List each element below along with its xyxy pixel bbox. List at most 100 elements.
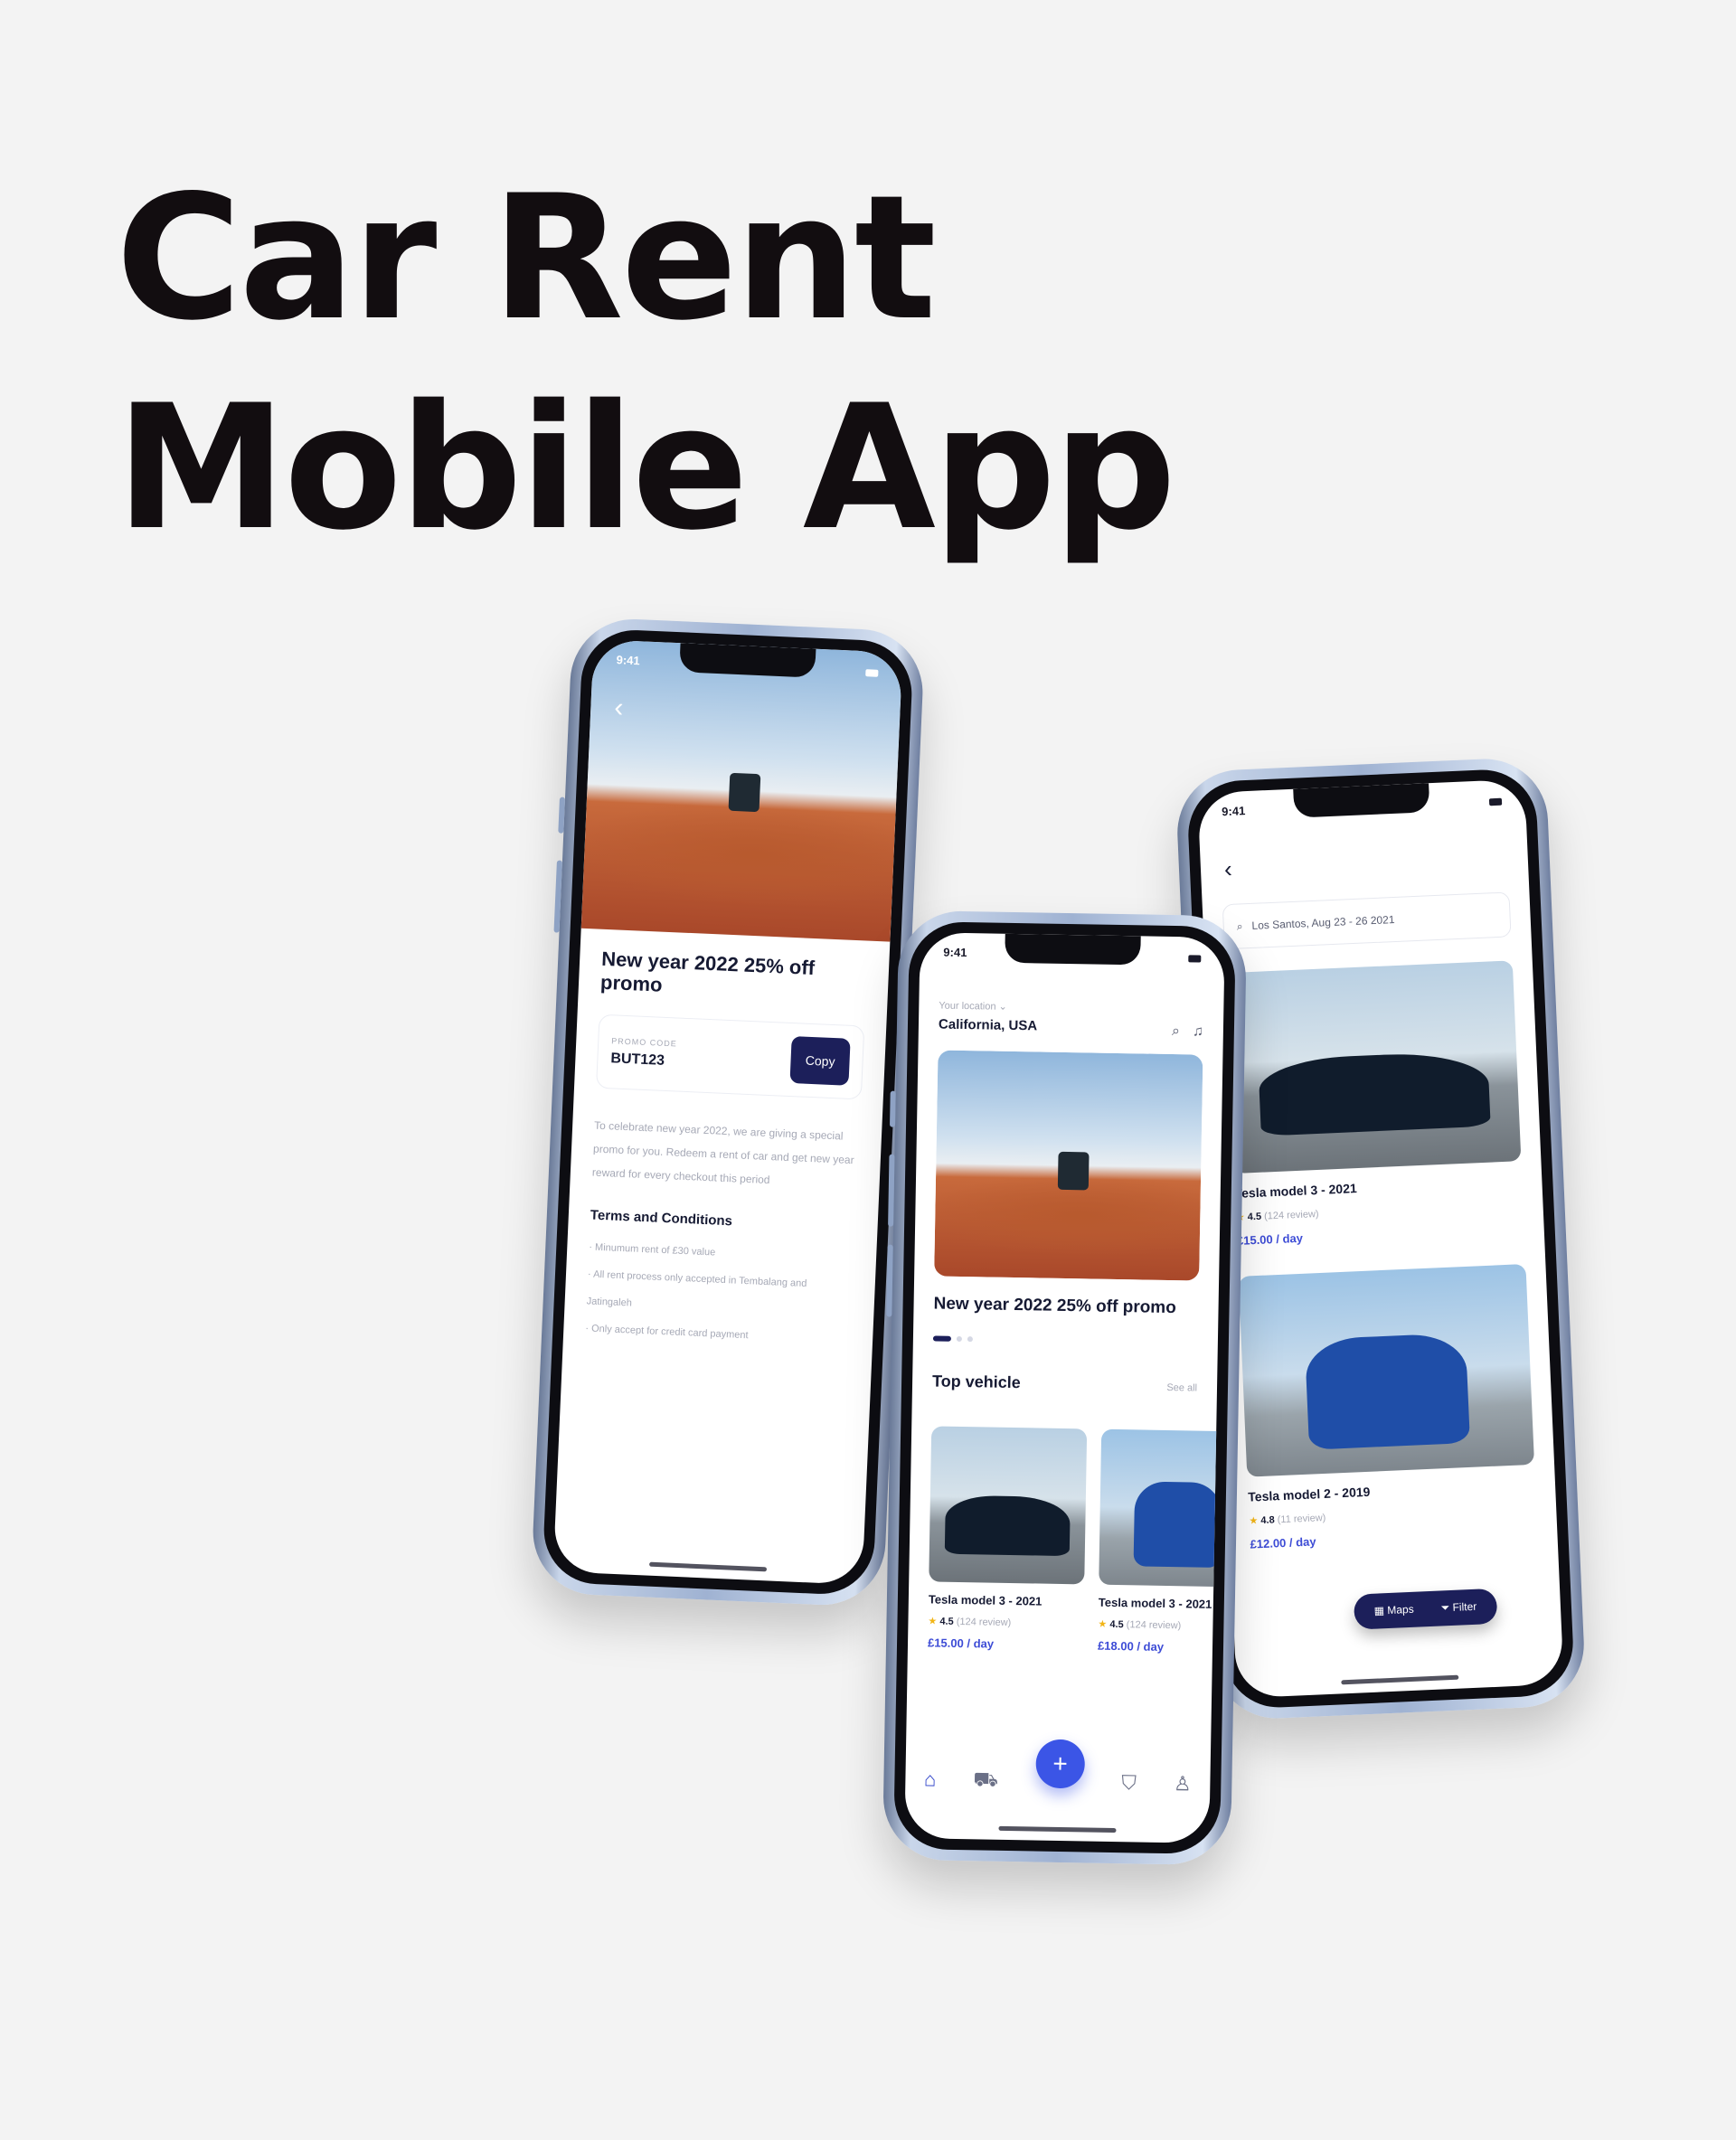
list-item[interactable]: Tesla model 3 - 2021 ★ 4.5 (124 review) …: [1225, 960, 1524, 1248]
side-button: [888, 1154, 895, 1227]
review-count: (124 review): [956, 1616, 1012, 1629]
status-icons: [1488, 793, 1503, 812]
carousel-dots: [932, 1335, 973, 1343]
jeep-shape: [728, 772, 761, 812]
status-time: 9:41: [616, 653, 641, 668]
location-label[interactable]: Your location ⌄: [939, 1000, 1203, 1016]
top-vehicle-header: Top vehicle See all: [932, 1372, 1197, 1395]
home-indicator: [1341, 1674, 1459, 1685]
chevron-left-icon[interactable]: ‹: [1223, 855, 1232, 883]
list-item[interactable]: Tesla model 2 - 2019 ★ 4.8 (11 review) £…: [1238, 1264, 1538, 1551]
star-icon: ★: [1249, 1515, 1259, 1527]
section-title: Top vehicle: [931, 1372, 1021, 1392]
phone-home: 9:41 Your location ⌄ California, USA ⌕ ♫…: [882, 910, 1248, 1866]
add-button[interactable]: +: [1035, 1739, 1086, 1789]
map-icon: ▦: [1373, 1604, 1388, 1617]
star-icon: ★: [1098, 1618, 1108, 1630]
home-indicator: [997, 1825, 1117, 1834]
header-icons: ⌕ ♫: [1172, 1023, 1203, 1041]
copy-button[interactable]: Copy: [789, 1036, 851, 1086]
promo-content: New year 2022 25% off promo PROMO CODE B…: [585, 947, 868, 1353]
car-rating: ★ 4.8 (11 review): [1249, 1503, 1536, 1527]
terms-list: · Minumum rent of £30 value · All rent p…: [585, 1233, 855, 1353]
results-screen: 9:41 ‹ ⌕ Los Santos, Aug 23 - 26 2021 Te…: [1197, 778, 1564, 1699]
see-all-link[interactable]: See all: [1166, 1382, 1197, 1394]
location-value: California, USA: [938, 1016, 1038, 1034]
bell-icon[interactable]: ♫: [1193, 1023, 1203, 1040]
status-icons: [1188, 949, 1202, 967]
promo-title: New year 2022 25% off promo: [599, 947, 816, 996]
side-button: [890, 1090, 896, 1127]
side-button: [553, 860, 562, 933]
status-time: 9:41: [1221, 804, 1246, 819]
rating-value: 4.5: [1247, 1211, 1262, 1223]
home-icon[interactable]: ⌂: [924, 1768, 937, 1791]
maps-button[interactable]: ▦ Maps: [1373, 1603, 1414, 1618]
side-button: [886, 1244, 893, 1317]
battery-icon: [1488, 797, 1503, 806]
maps-filter-bar: ▦ Maps ⏷ Filter: [1353, 1588, 1498, 1630]
results-list: Tesla model 3 - 2021 ★ 4.5 (124 review) …: [1225, 960, 1539, 1579]
ticket-icon[interactable]: ⛉: [1121, 1771, 1137, 1795]
search-text: Los Santos, Aug 23 - 26 2021: [1251, 912, 1395, 932]
car-name: Tesla model 2 - 2019: [1247, 1484, 1371, 1504]
carousel-dot[interactable]: [932, 1335, 951, 1342]
car-shape: [1304, 1333, 1471, 1451]
car-price: £15.00 / day: [927, 1636, 995, 1651]
profile-icon[interactable]: ♙: [1174, 1772, 1192, 1796]
status-icons: [865, 664, 879, 683]
car-price: £12.00 / day: [1250, 1534, 1316, 1551]
car-name: Tesla model 3 - 2021: [928, 1592, 1043, 1608]
carousel-dot[interactable]: [967, 1336, 973, 1343]
car-image: [1099, 1428, 1225, 1588]
car-shape: [1258, 1050, 1491, 1136]
filter-label: Filter: [1452, 1599, 1477, 1614]
promo-banner[interactable]: [934, 1050, 1203, 1281]
car-name: Tesla model 3 - 2021: [1234, 1181, 1358, 1201]
carousel-dot[interactable]: [956, 1335, 962, 1343]
car-shape: [1133, 1481, 1222, 1569]
car-image: [1238, 1264, 1535, 1477]
review-count: (124 review): [1263, 1208, 1319, 1222]
car-price: £15.00 / day: [1236, 1230, 1304, 1248]
car-icon[interactable]: ⛟: [973, 1768, 998, 1794]
promo-code-box: PROMO CODE BUT123 Copy: [596, 1013, 865, 1100]
vehicle-card[interactable]: Tesla model 3 - 2021 ★ 4.5 (124 review) …: [927, 1426, 1088, 1652]
promo-description: To celebrate new year 2022, we are givin…: [591, 1118, 854, 1187]
battery-icon: [865, 669, 879, 677]
review-count: (11 review): [1277, 1512, 1326, 1526]
home-screen: 9:41 Your location ⌄ California, USA ⌕ ♫…: [904, 932, 1225, 1843]
car-image: [1225, 960, 1522, 1174]
terms-title: Terms and Conditions: [590, 1207, 733, 1230]
headline: Car Rent Mobile App: [116, 154, 1176, 573]
vehicle-cards: Tesla model 3 - 2021 ★ 4.5 (124 review) …: [928, 1426, 1225, 1654]
bottom-tab-bar: ⌂ ⛟ + ⛉ ♙: [905, 1739, 1211, 1816]
status-time: 9:41: [943, 945, 967, 960]
car-rating: ★ 4.5 (124 review): [1098, 1618, 1224, 1633]
headline-line-1: Car Rent: [116, 158, 937, 358]
chevron-down-icon: ⌄: [998, 1001, 1007, 1013]
phone-bezel: 9:41 ‹ New year 2022 25% off promo PROMO…: [542, 627, 914, 1597]
car-image: [929, 1426, 1088, 1585]
phone-bezel: 9:41 ‹ ⌕ Los Santos, Aug 23 - 26 2021 Te…: [1185, 768, 1576, 1710]
rating-value: 4.8: [1260, 1514, 1275, 1527]
promo-hero-image: [580, 639, 903, 942]
home-indicator: [648, 1561, 768, 1572]
search-icon: ⌕: [1236, 919, 1243, 933]
headline-line-2: Mobile App: [116, 368, 1176, 568]
car-rating: ★ 4.5 (124 review): [928, 1615, 1083, 1629]
search-field[interactable]: ⌕ Los Santos, Aug 23 - 26 2021: [1222, 891, 1512, 950]
star-icon: ★: [928, 1616, 938, 1627]
chevron-left-icon[interactable]: ‹: [614, 693, 624, 723]
status-bar: 9:41: [943, 945, 1202, 968]
car-name: Tesla model 3 - 2021: [1098, 1595, 1212, 1611]
vehicle-card[interactable]: Tesla model 3 - 2021 ★ 4.5 (124 review) …: [1097, 1428, 1225, 1655]
car-price: £18.00 / day: [1097, 1638, 1165, 1654]
promo-code-value: BUT123: [610, 1051, 665, 1069]
phone-promo-detail: 9:41 ‹ New year 2022 25% off promo PROMO…: [530, 617, 926, 1607]
location-header: Your location ⌄ California, USA ⌕ ♫: [938, 1000, 1204, 1040]
jeep-shape: [1057, 1151, 1090, 1191]
filter-button[interactable]: ⏷ Filter: [1440, 1600, 1477, 1616]
search-icon[interactable]: ⌕: [1172, 1023, 1180, 1040]
promo-code-label: PROMO CODE: [611, 1036, 677, 1049]
